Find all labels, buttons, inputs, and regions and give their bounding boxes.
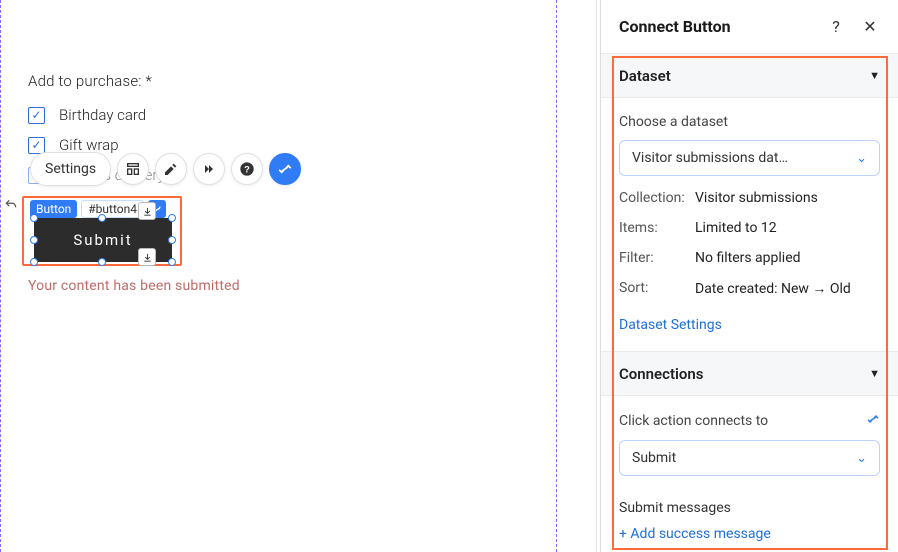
checkbox-label: Birthday card: [59, 106, 146, 124]
chevron-down-icon: ▼: [869, 69, 880, 82]
design-icon[interactable]: [155, 153, 187, 185]
filter-key: Filter:: [619, 250, 695, 266]
choose-dataset-label: Choose a dataset: [619, 114, 880, 130]
checkbox-icon[interactable]: ✓: [28, 137, 45, 154]
dataset-select[interactable]: Visitor submissions dat… ⌄: [619, 140, 880, 176]
connect-panel: Connect Button ? ✕ Dataset ▼ Choose a da…: [600, 0, 898, 552]
svg-text:?: ?: [244, 164, 250, 174]
click-action-label: Click action connects to: [619, 413, 768, 429]
sort-key: Sort:: [619, 280, 695, 297]
checkbox-row[interactable]: ✓ Birthday card: [28, 106, 165, 124]
settings-button[interactable]: Settings: [30, 152, 111, 186]
submit-messages-heading: Submit messages: [619, 500, 880, 516]
click-action-select[interactable]: Submit ⌄: [619, 440, 880, 476]
connect-data-icon[interactable]: [269, 153, 301, 185]
element-toolbar: Settings ?: [30, 152, 301, 186]
chevron-down-icon: ▼: [869, 367, 880, 380]
checkbox-icon[interactable]: ✓: [28, 107, 45, 124]
collection-value: Visitor submissions: [695, 190, 818, 206]
selected-element[interactable]: Button #button4 Submit: [22, 196, 182, 266]
connections-section: Connections ▼ Click action connects to S…: [601, 352, 898, 552]
connect-data-icon[interactable]: [866, 412, 880, 430]
editor-canvas: Add to purchase: * ✓ Birthday card ✓ Gif…: [0, 0, 558, 552]
items-key: Items:: [619, 220, 695, 236]
add-success-message-link[interactable]: + Add success message: [619, 526, 880, 542]
undo-icon[interactable]: [4, 198, 18, 216]
panel-header: Connect Button ? ✕: [601, 0, 898, 54]
chevron-down-icon: ⌄: [856, 451, 867, 466]
dataset-settings-link[interactable]: Dataset Settings: [619, 317, 722, 333]
chevron-down-icon: ⌄: [856, 151, 867, 166]
filter-value: No filters applied: [695, 250, 801, 266]
element-id-tag: #button4: [81, 200, 144, 218]
dataset-section-header[interactable]: Dataset ▼: [601, 54, 898, 98]
animation-icon[interactable]: [193, 153, 225, 185]
items-value: Limited to 12: [695, 220, 777, 236]
help-icon[interactable]: ?: [826, 17, 846, 36]
panel-title: Connect Button: [619, 17, 826, 36]
collection-key: Collection:: [619, 190, 695, 206]
section-heading: Connections: [619, 365, 703, 383]
form-title: Add to purchase: *: [28, 72, 165, 90]
dataset-select-value: Visitor submissions dat…: [632, 150, 856, 166]
guide-line-left: [0, 0, 1, 552]
guide-line-right: [556, 0, 557, 552]
click-action-value: Submit: [632, 450, 856, 466]
dataset-section: Dataset ▼ Choose a dataset Visitor submi…: [601, 54, 898, 352]
animation-out-icon[interactable]: [138, 248, 156, 266]
submit-status-message: Your content has been submitted: [28, 278, 240, 294]
section-heading: Dataset: [619, 67, 671, 85]
close-icon[interactable]: ✕: [860, 17, 880, 36]
help-icon[interactable]: ?: [231, 153, 263, 185]
sort-value: Date created: New → Old: [695, 280, 851, 297]
layout-icon[interactable]: [117, 153, 149, 185]
connections-section-header[interactable]: Connections ▼: [601, 352, 898, 396]
animation-in-icon[interactable]: [138, 202, 156, 220]
